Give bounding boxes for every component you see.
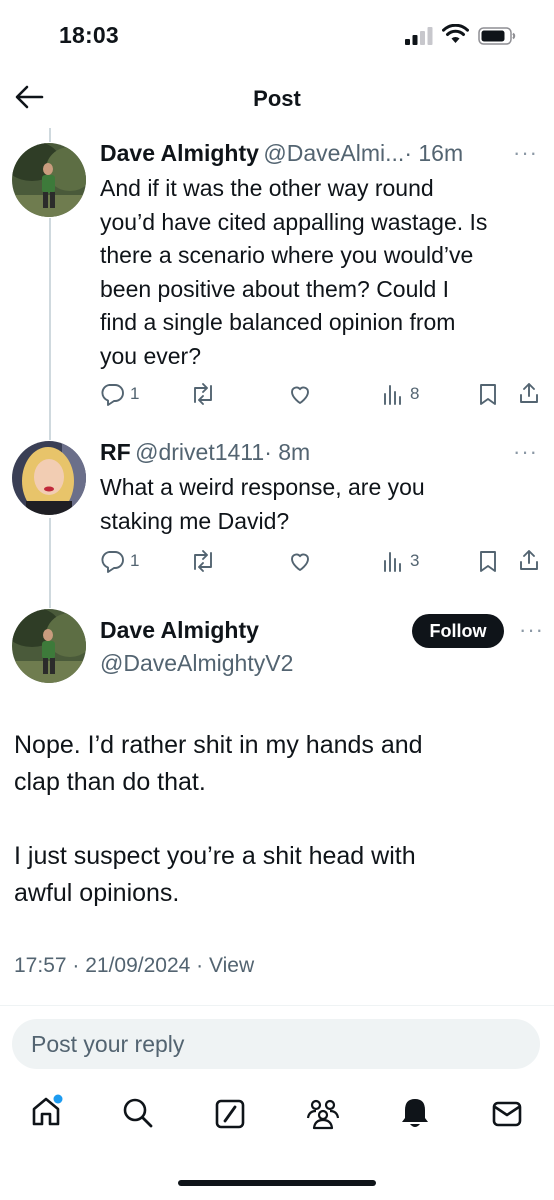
search-icon [123,1098,153,1128]
bookmark-icon[interactable] [477,549,499,573]
tweet-header: Dave Almighty @DaveAlmi...· 16m [100,140,463,167]
share-icon[interactable] [517,548,541,572]
tweet-text: And if it was the other way round you’d … [100,175,488,369]
follow-button[interactable]: Follow [412,614,504,648]
thread-line [49,518,51,608]
views-count: 3 [410,551,420,570]
tweet-text: What a weird response, are you staking m… [100,474,425,534]
author-handle[interactable]: @drivet1411 [135,439,264,465]
author-handle[interactable]: @DaveAlmightyV2 [100,650,293,677]
like-button[interactable] [288,549,312,573]
nav-messages[interactable] [491,1100,523,1128]
reply-icon [101,551,124,573]
battery-icon [478,27,516,45]
tweet-time: · 16m [404,140,464,166]
divider [0,1005,554,1006]
reply-icon [101,384,124,406]
reply-count: 1 [130,551,140,570]
nav-communities[interactable] [305,1098,341,1130]
repost-icon [194,550,212,572]
thread-line [49,128,51,142]
nav-search[interactable] [121,1096,155,1130]
views-button[interactable]: 8 [382,382,419,406]
status-time: 18:03 [59,22,119,48]
nav-notifications[interactable] [400,1096,430,1130]
reply-count: 1 [130,384,140,403]
repost-button[interactable] [190,382,216,406]
post-text: Nope. I’d rather shit in my hands and cl… [14,731,423,907]
like-button[interactable] [288,382,312,406]
author-name[interactable]: RF [100,439,131,465]
tweet-time: · 8m [264,439,311,465]
views-button[interactable]: 3 [382,549,419,573]
bookmark-icon[interactable] [477,382,499,406]
more-options-icon[interactable]: ··· [519,617,544,643]
more-options-icon[interactable]: ··· [513,439,538,465]
reply-placeholder: Post your reply [31,1030,185,1057]
author-name[interactable]: Dave Almighty [100,140,259,166]
avatar[interactable] [12,609,86,683]
heart-icon [291,386,309,404]
repost-icon [194,383,212,405]
messages-icon [492,1101,522,1127]
author-handle[interactable]: @DaveAlmi... [263,140,404,166]
home-icon [32,1094,63,1126]
reply-button[interactable]: 1 [100,549,139,573]
home-indicator [178,1180,376,1186]
share-icon[interactable] [517,381,541,405]
reply-button[interactable]: 1 [100,382,139,406]
more-options-icon[interactable]: ··· [513,140,538,166]
nav-grok[interactable] [214,1098,246,1130]
nav-home[interactable] [30,1094,64,1128]
avatar[interactable] [12,143,86,217]
views-icon [384,552,401,572]
views-count: 8 [410,384,420,403]
grok-icon [215,1099,245,1129]
thread-line [49,218,51,440]
reply-input[interactable]: Post your reply [12,1019,540,1069]
page-title: Post [253,86,301,111]
signal-icon [405,27,433,45]
heart-icon [291,553,309,571]
post-timestamp: 17:57 · 21/09/2024 · View [14,954,255,977]
communities-icon [306,1099,340,1130]
tweet-header: RF @drivet1411· 8m [100,439,310,466]
notifications-icon [402,1099,428,1127]
views-icon [384,385,401,405]
avatar[interactable] [12,441,86,515]
repost-button[interactable] [190,549,216,573]
wifi-icon [442,24,469,43]
author-name[interactable]: Dave Almighty [100,617,259,644]
